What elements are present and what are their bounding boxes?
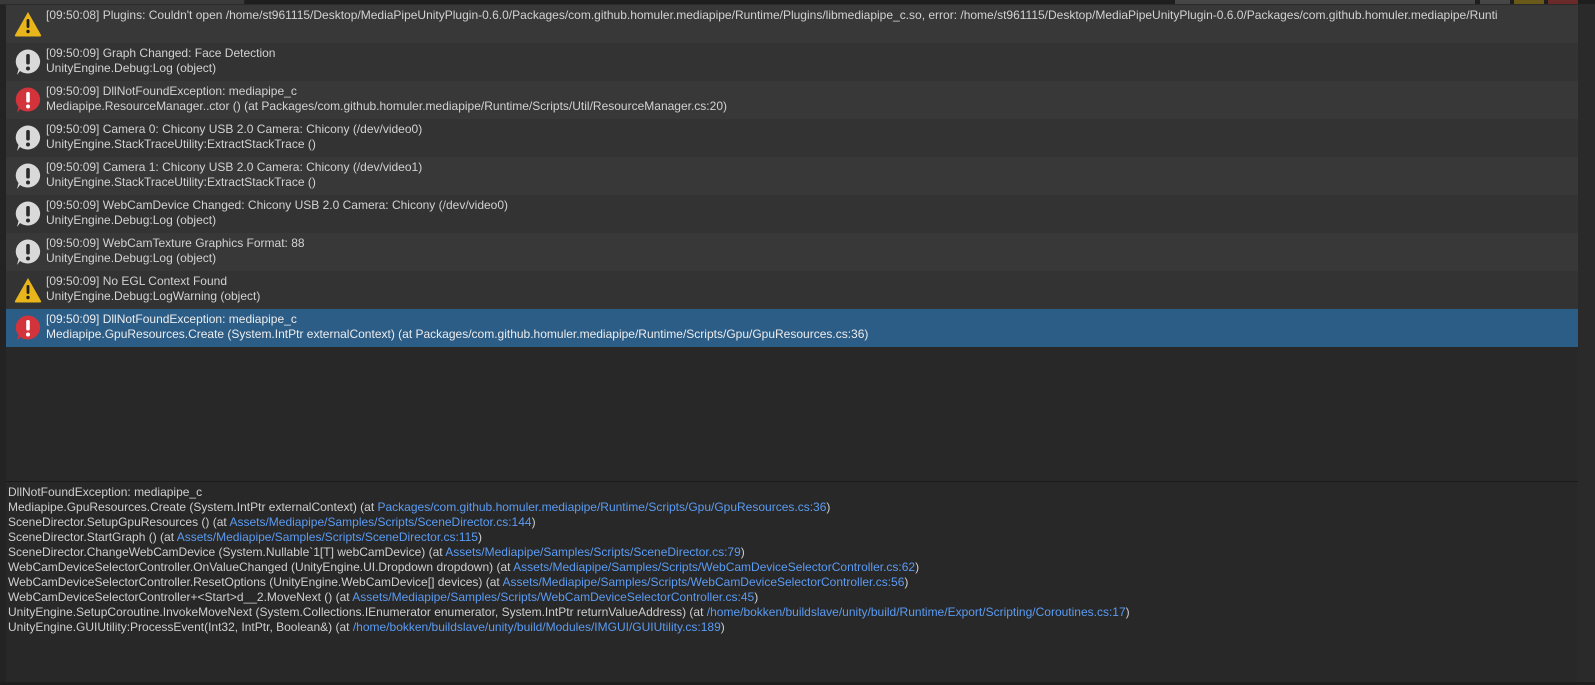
stack-frame: UnityEngine.GUIUtility:ProcessEvent(Int3…: [8, 620, 1578, 635]
log-stack-line: UnityEngine.StackTraceUtility:ExtractSta…: [46, 175, 316, 189]
toolbar-strip: [0, 0, 1595, 4]
stack-frame-text: WebCamDeviceSelectorController.OnValueCh…: [8, 560, 514, 574]
stack-frame-text: SceneDirector.SetupGpuResources () (at: [8, 515, 230, 529]
warning-toggle-icon[interactable]: [1514, 0, 1544, 4]
stack-frame-suffix: ): [477, 530, 482, 544]
log-entry[interactable]: [09:50:09] DllNotFoundException: mediapi…: [6, 81, 1578, 119]
stack-trace-panel: DllNotFoundException: mediapipe_c Mediapi…: [6, 482, 1578, 682]
stack-frame-suffix: ): [826, 500, 831, 514]
log-message: [09:50:08] Plugins: Couldn't open /home/…: [46, 8, 1498, 22]
stack-frame-text: UnityEngine.GUIUtility:ProcessEvent(Int3…: [8, 620, 353, 634]
log-entry[interactable]: [09:50:09] No EGL Context Found UnityEngi…: [6, 271, 1578, 309]
source-file-link[interactable]: Assets/Mediapipe/Samples/Scripts/SceneDi…: [229, 515, 531, 529]
search-field[interactable]: [1175, 0, 1475, 4]
stack-frame: WebCamDeviceSelectorController+<Start>d_…: [8, 590, 1578, 605]
log-message: [09:50:09] Camera 0: Chicony USB 2.0 Cam…: [46, 122, 423, 136]
source-file-link[interactable]: /home/bokken/buildslave/unity/build/Modu…: [353, 620, 721, 634]
log-message: [09:50:09] Graph Changed: Face Detection: [46, 46, 276, 60]
stack-frame-text: WebCamDeviceSelectorController.ResetOpti…: [8, 575, 503, 589]
source-file-link[interactable]: Assets/Mediapipe/Samples/Scripts/SceneDi…: [445, 545, 740, 559]
info-icon: [15, 163, 41, 189]
stack-frame: SceneDirector.SetupGpuResources () (at A…: [8, 515, 1578, 530]
scrollbar[interactable]: [1578, 5, 1595, 481]
search-icon[interactable]: [1480, 0, 1510, 4]
stack-frame-suffix: ): [1125, 605, 1130, 619]
log-entry[interactable]: [09:50:09] Camera 1: Chicony USB 2.0 Cam…: [6, 157, 1578, 195]
log-entry[interactable]: [09:50:09] WebCamDevice Changed: Chicony…: [6, 195, 1578, 233]
log-stack-line: UnityEngine.Debug:Log (object): [46, 251, 217, 265]
warning-icon: [14, 278, 42, 303]
log-stack-line: UnityEngine.Debug:LogWarning (object): [46, 289, 261, 303]
log-entry[interactable]: [09:50:09] Graph Changed: Face Detection…: [6, 43, 1578, 81]
log-message: [09:50:09] DllNotFoundException: mediapi…: [46, 312, 297, 326]
stack-frame: SceneDirector.ChangeWebCamDevice (System…: [8, 545, 1578, 560]
stack-frame-suffix: ): [720, 620, 725, 634]
log-message: [09:50:09] No EGL Context Found: [46, 274, 228, 288]
info-icon: [15, 239, 41, 265]
log-stack-line: UnityEngine.Debug:Log (object): [46, 61, 217, 75]
log-stack-line: Mediapipe.GpuResources.Create (System.In…: [46, 327, 869, 341]
error-icon: [15, 87, 41, 113]
log-entry[interactable]: [09:50:09] Camera 0: Chicony USB 2.0 Cam…: [6, 119, 1578, 157]
stack-frame-suffix: ): [531, 515, 536, 529]
log-stack-line: UnityEngine.StackTraceUtility:ExtractSta…: [46, 137, 316, 151]
warning-icon: [14, 12, 42, 37]
log-entry[interactable]: [09:50:08] Plugins: Couldn't open /home/…: [6, 5, 1578, 43]
stack-frame-text: WebCamDeviceSelectorController+<Start>d_…: [8, 590, 353, 604]
info-icon: [15, 201, 41, 227]
source-file-link[interactable]: Packages/com.github.homuler.mediapipe/Ru…: [378, 500, 827, 514]
stack-frame: SceneDirector.StartGraph () (at Assets/M…: [8, 530, 1578, 545]
stack-frame: UnityEngine.SetupCoroutine.InvokeMoveNex…: [8, 605, 1578, 620]
log-message: [09:50:09] WebCamDevice Changed: Chicony…: [46, 198, 509, 212]
log-entry-selected[interactable]: [09:50:09] DllNotFoundException: mediapi…: [6, 309, 1578, 347]
source-file-link[interactable]: Assets/Mediapipe/Samples/Scripts/WebCamD…: [513, 560, 915, 574]
source-file-link[interactable]: Assets/Mediapipe/Samples/Scripts/SceneDi…: [177, 530, 478, 544]
stack-frame-text: DllNotFoundException: mediapipe_c: [8, 485, 203, 499]
stack-frame: WebCamDeviceSelectorController.OnValueCh…: [8, 560, 1578, 575]
info-icon: [15, 125, 41, 151]
stack-frame: WebCamDeviceSelectorController.ResetOpti…: [8, 575, 1578, 590]
stack-frame-text: SceneDirector.StartGraph () (at: [8, 530, 177, 544]
exception-title: DllNotFoundException: mediapipe_c: [8, 485, 1578, 500]
source-file-link[interactable]: Assets/Mediapipe/Samples/Scripts/WebCamD…: [352, 590, 754, 604]
log-message: [09:50:09] Camera 1: Chicony USB 2.0 Cam…: [46, 160, 423, 174]
log-stack-line: Mediapipe.ResourceManager..ctor () (at P…: [46, 99, 727, 113]
log-message: [09:50:09] DllNotFoundException: mediapi…: [46, 84, 297, 98]
stack-frame-text: SceneDirector.ChangeWebCamDevice (System…: [8, 545, 446, 559]
info-icon: [15, 49, 41, 75]
stack-frame-text: Mediapipe.GpuResources.Create (System.In…: [8, 500, 378, 514]
log-entry[interactable]: [09:50:09] WebCamTexture Graphics Format…: [6, 233, 1578, 271]
stack-frame-suffix: ): [740, 545, 745, 559]
source-file-link[interactable]: Assets/Mediapipe/Samples/Scripts/WebCamD…: [502, 575, 904, 589]
stack-frame-suffix: ): [904, 575, 909, 589]
error-icon: [15, 315, 41, 341]
stack-frame-suffix: ): [754, 590, 759, 604]
error-toggle-icon[interactable]: [1548, 0, 1578, 4]
stack-frame-suffix: ): [915, 560, 920, 574]
stack-frame-text: UnityEngine.SetupCoroutine.InvokeMoveNex…: [8, 605, 707, 619]
log-stack-line: UnityEngine.Debug:Log (object): [46, 213, 217, 227]
console-log-list[interactable]: [09:50:08] Plugins: Couldn't open /home/…: [6, 5, 1578, 481]
stack-frame: Mediapipe.GpuResources.Create (System.In…: [8, 500, 1578, 515]
console-window: [09:50:08] Plugins: Couldn't open /home/…: [0, 0, 1595, 685]
log-message: [09:50:09] WebCamTexture Graphics Format…: [46, 236, 305, 250]
source-file-link[interactable]: /home/bokken/buildslave/unity/build/Runt…: [707, 605, 1126, 619]
